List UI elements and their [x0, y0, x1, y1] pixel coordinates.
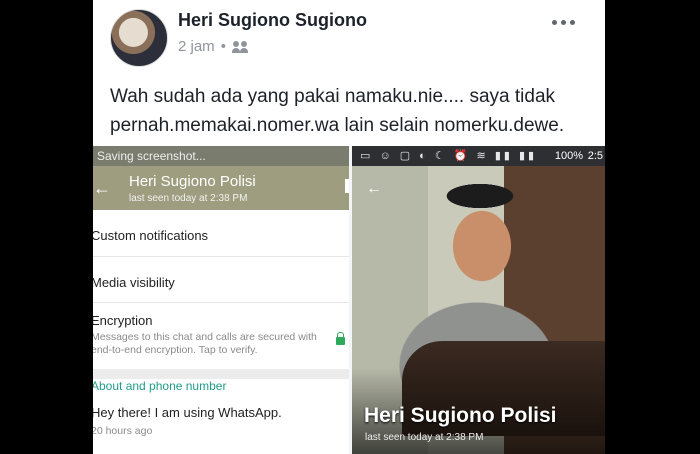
status-bar: ▭ ☺ ▢ ◐ ☾ ⏰ ≋ ▮▮ ▮▮ 100% 2:5 [352, 146, 605, 166]
last-seen: last seen today at 2:38 PM [129, 193, 248, 204]
whatsapp-contact-info-screenshot: Saving screenshot... ← Heri Sugiono Poli… [93, 146, 349, 454]
back-arrow-icon: ← [366, 180, 382, 197]
back-arrow-icon: ← [93, 178, 111, 198]
encryption-label: Encryption [93, 313, 153, 328]
contact-header: ← Heri Sugiono Polisi last seen today at… [93, 166, 349, 210]
post-frame: Heri Sugiono Sugiono 2 jam • Wah sudah a… [93, 0, 605, 454]
post-author[interactable]: Heri Sugiono Sugiono [178, 10, 367, 31]
contact-name: Heri Sugiono Polisi [129, 173, 256, 190]
post-meta: 2 jam • [178, 38, 250, 55]
post-text: Wah sudah ada yang pakai namaku.nie.... … [110, 82, 590, 140]
more-options-icon[interactable] [552, 20, 575, 25]
custom-notifications-item: Custom notifications [93, 210, 349, 257]
status-icons: ▭ ☺ ▢ ◐ ☾ ⏰ ≋ ▮▮ ▮▮ [360, 150, 538, 162]
about-time: 20 hours ago [93, 425, 153, 437]
post-time[interactable]: 2 jam [178, 38, 215, 55]
section-divider [93, 369, 349, 379]
overflow-menu-icon [345, 179, 349, 193]
friends-icon [231, 40, 250, 54]
status-bar: Saving screenshot... [93, 146, 349, 166]
post-header: Heri Sugiono Sugiono 2 jam • [93, 0, 605, 70]
separator-dot: • [220, 38, 226, 55]
lock-icon [336, 332, 345, 345]
media-visibility-item: Media visibility [93, 257, 349, 303]
profile-photo-screenshot: ▭ ☺ ▢ ◐ ☾ ⏰ ≋ ▮▮ ▮▮ 100% 2:5 ← Heri Sugi… [352, 146, 605, 454]
encryption-description: Messages to this chat and calls are secu… [93, 331, 317, 356]
status-time: 2:5 [587, 150, 603, 162]
profile-last-seen: last seen today at 2:38 PM [365, 432, 484, 443]
encryption-item: Encryption Messages to this chat and cal… [93, 303, 349, 369]
custom-notifications-label: Custom notifications [93, 228, 209, 243]
battery-level: 100% [554, 150, 583, 162]
profile-contact-name: Heri Sugiono Polisi [364, 404, 557, 427]
about-text: Hey there! I am using WhatsApp. [93, 405, 282, 420]
about-title: About and phone number [93, 379, 227, 393]
media-visibility-label: Media visibility [93, 275, 175, 290]
avatar[interactable] [110, 9, 168, 67]
